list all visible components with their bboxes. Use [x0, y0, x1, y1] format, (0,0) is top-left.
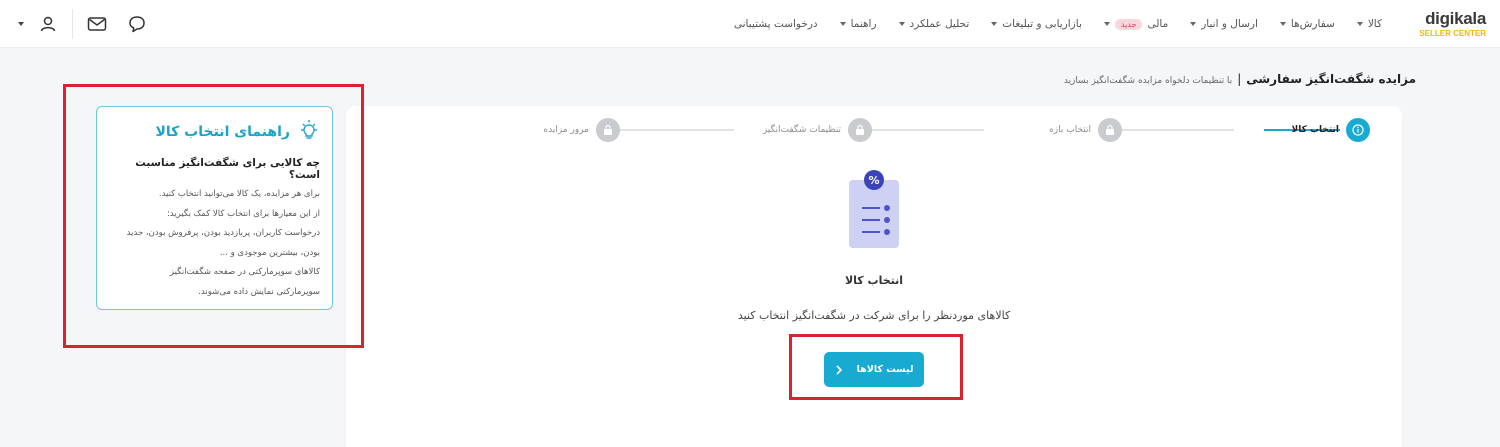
user-icon[interactable]	[38, 14, 58, 34]
svg-text:%: %	[868, 174, 879, 187]
chevron-down-icon	[839, 22, 846, 26]
nav-item-support[interactable]: درخواست پشتیبانی	[734, 18, 818, 30]
step-select-period: انتخاب بازه	[1049, 118, 1122, 142]
nav-label: درخواست پشتیبانی	[733, 18, 818, 30]
lock-icon	[1098, 118, 1122, 142]
chevron-down-icon	[1279, 22, 1286, 26]
logo-text: digikala	[1425, 9, 1486, 28]
nav-label: سفارش‌ها	[1290, 18, 1335, 30]
chevron-down-icon	[1356, 22, 1363, 26]
logo[interactable]: digikala SELLER CENTER	[1406, 10, 1486, 40]
lock-icon	[848, 118, 872, 142]
chevron-down-icon	[991, 22, 998, 26]
nav-item-finance[interactable]: مالی جدید	[1103, 18, 1169, 30]
top-navbar: digikala SELLER CENTER کالا سفارش‌ها ارس…	[0, 0, 1500, 48]
chevron-down-icon	[1103, 22, 1110, 26]
empty-state-title: انتخاب کالا	[844, 274, 904, 287]
step-review: مرور مزایده	[543, 118, 620, 142]
nav-label: بازاریابی و تبلیغات	[1002, 18, 1082, 30]
user-area	[18, 0, 147, 48]
chat-icon[interactable]	[127, 14, 147, 34]
chevron-down-icon	[898, 22, 905, 26]
nav-label: کالا	[1367, 18, 1382, 30]
nav-label: تحلیل عملکرد	[909, 18, 970, 30]
nav-item-orders[interactable]: سفارش‌ها	[1279, 18, 1335, 30]
empty-state-description: کالاهای موردنظر را برای شرکت در شگفت‌انگ…	[737, 309, 1011, 322]
breadcrumb-separator: |	[1237, 72, 1242, 86]
stepper: انتخاب کالا انتخاب بازه تنظیمات شگفت‌انگ…	[543, 118, 1402, 148]
mail-icon[interactable]	[87, 14, 107, 34]
checklist-percent-icon: %	[834, 168, 914, 260]
divider	[72, 9, 73, 39]
main-nav: کالا سفارش‌ها ارسال و انبار مالی جدید با…	[734, 0, 1382, 48]
step-select-product[interactable]: انتخاب کالا	[1291, 118, 1370, 142]
highlight-guide-box	[63, 84, 364, 348]
step-settings: تنظیمات شگفت‌انگیز	[763, 118, 872, 142]
nav-item-marketing[interactable]: بازاریابی و تبلیغات	[991, 18, 1082, 30]
breadcrumb: مزایده شگفت‌انگیز سفارشی | با تنظیمات دل…	[1064, 72, 1416, 86]
page-description: با تنظیمات دلخواه مزایده شگفت‌انگیز بساز…	[1063, 76, 1233, 86]
page-title: مزایده شگفت‌انگیز سفارشی	[1246, 72, 1416, 86]
info-icon	[1346, 118, 1370, 142]
nav-label: ارسال و انبار	[1201, 18, 1258, 30]
nav-label: راهنما	[850, 18, 877, 30]
step-label: مرور مزایده	[543, 125, 589, 135]
step-connector	[614, 129, 734, 131]
nav-label: مالی	[1147, 18, 1169, 30]
chevron-down-icon	[1190, 22, 1197, 26]
logo-subtext: SELLER CENTER	[1419, 29, 1486, 38]
caret-down-icon[interactable]	[18, 22, 24, 26]
nav-item-products[interactable]: کالا	[1356, 18, 1382, 30]
nav-item-analytics[interactable]: تحلیل عملکرد	[898, 18, 970, 30]
highlight-product-list-button	[789, 334, 963, 400]
nav-item-shipping[interactable]: ارسال و انبار	[1190, 18, 1258, 30]
step-label: انتخاب کالا	[1291, 125, 1340, 135]
new-badge: جدید	[1114, 18, 1143, 30]
nav-item-help[interactable]: راهنما	[839, 18, 877, 30]
step-label: تنظیمات شگفت‌انگیز	[762, 125, 841, 135]
step-label: انتخاب بازه	[1049, 125, 1091, 135]
lock-icon	[596, 118, 620, 142]
